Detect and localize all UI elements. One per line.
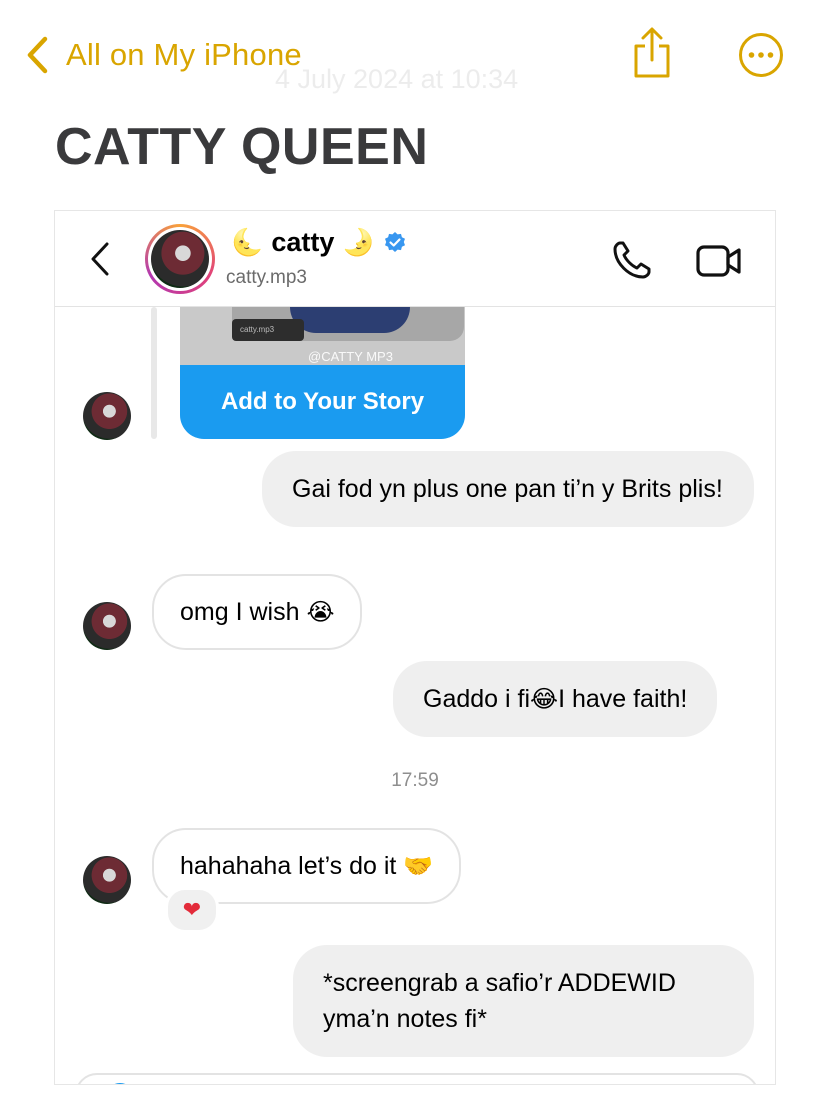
message-bubble-sent[interactable]: *screengrab a safio’r ADDEWID yma’n note…	[293, 945, 754, 1057]
ellipsis-circle-icon[interactable]	[738, 32, 784, 78]
story-tag: catty.mp3	[232, 319, 304, 341]
moon-emoji-left: 🌜	[231, 227, 264, 257]
note-date: 4 July 2024 at 10:34	[275, 64, 519, 94]
avatar-image	[151, 230, 209, 288]
message-thread[interactable]: catty.mp3 @CATTY MP3 Add to Your Story G…	[55, 307, 775, 1084]
phone-icon[interactable]	[611, 239, 653, 281]
heart-reaction[interactable]: ❤	[165, 887, 219, 933]
back-label: All on My iPhone	[66, 37, 302, 72]
crying-emoji: 😭	[306, 598, 335, 626]
story-watermark: @CATTY MP3	[308, 349, 393, 364]
notes-navigation-bar: All on My iPhone 4 July 2024 at 10:34	[0, 0, 828, 110]
story-preview-image: catty.mp3 @CATTY MP3	[180, 307, 465, 365]
verified-badge-icon	[384, 231, 405, 252]
chat-header: 🌜 catty 🌛 catty.mp3	[55, 211, 775, 307]
sender-avatar[interactable]	[83, 856, 131, 904]
note-title[interactable]: CATTY QUEEN	[55, 117, 428, 177]
message-composer[interactable]	[75, 1073, 759, 1084]
message-text: Gai fod yn plus one pan ti’n y Brits pli…	[292, 475, 723, 503]
message-text-part: Gaddo i fi	[423, 685, 531, 713]
handshake-emoji: 🤝	[403, 852, 434, 880]
share-icon[interactable]	[630, 26, 674, 80]
message-bubble-sent[interactable]: Gai fod yn plus one pan ti’n y Brits pli…	[262, 451, 754, 527]
back-button[interactable]: All on My iPhone	[24, 30, 302, 80]
add-to-story-button[interactable]: Add to Your Story	[180, 365, 465, 439]
contact-avatar[interactable]	[145, 224, 215, 294]
contact-name-row[interactable]: 🌜 catty 🌛	[231, 227, 407, 258]
laughing-emoji: 😂	[530, 685, 559, 713]
chevron-left-icon[interactable]	[89, 241, 111, 277]
message-text: *screengrab a safio’r ADDEWID yma’n note…	[323, 969, 676, 1033]
message-timestamp: 17:59	[391, 770, 439, 791]
sender-avatar[interactable]	[83, 392, 131, 440]
reply-indicator-line	[151, 307, 157, 439]
contact-handle: catty.mp3	[226, 267, 307, 288]
video-camera-icon[interactable]	[695, 241, 743, 281]
message-bubble-received[interactable]: omg I wish 😭	[152, 574, 363, 650]
contact-name: catty	[271, 227, 335, 257]
message-text-part: I have faith!	[558, 685, 688, 713]
message-bubble-sent[interactable]: Gaddo i fi😂I have faith!	[393, 661, 718, 737]
message-text: hahahaha let’s do it	[180, 852, 397, 880]
camera-button[interactable]	[105, 1083, 135, 1084]
shared-story-card[interactable]: catty.mp3 @CATTY MP3 Add to Your Story	[180, 307, 465, 439]
message-text: omg I wish	[180, 598, 300, 626]
chevron-left-icon	[27, 36, 48, 74]
embedded-chat-screenshot[interactable]: 🌜 catty 🌛 catty.mp3 catty.mp3 @CATTY MP3	[54, 210, 776, 1085]
sender-avatar[interactable]	[83, 602, 131, 650]
moon-emoji-right: 🌛	[342, 227, 375, 257]
